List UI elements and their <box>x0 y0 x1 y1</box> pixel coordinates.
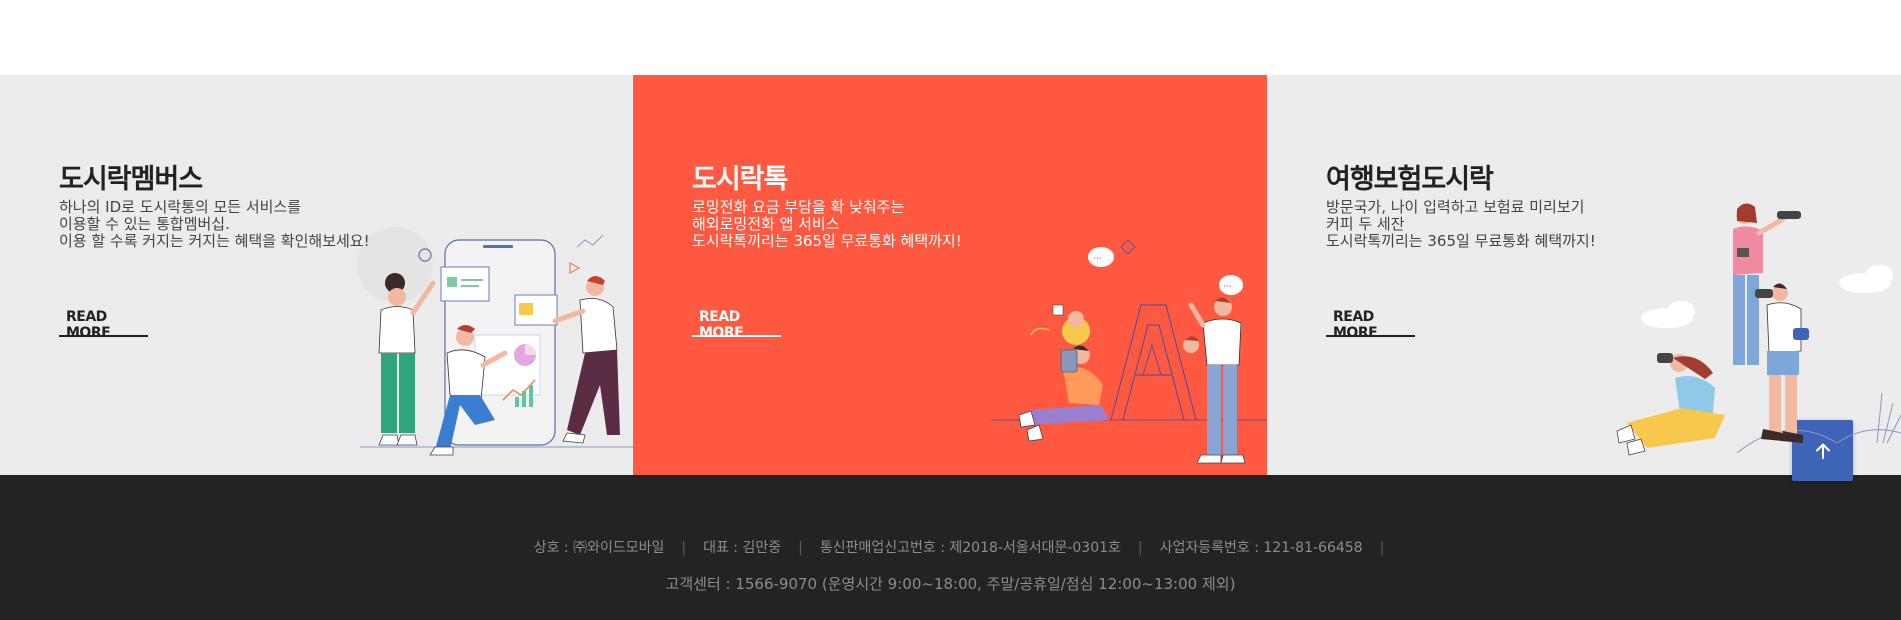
panel-description-line: 도시락톡끼리는 365일 무료통화 혜택까지! <box>1326 232 1596 250</box>
service-panels: 도시락멤버스 하나의 ID로 도시락통의 모든 서비스를 이용할 수 있는 통합… <box>0 75 1901 475</box>
footer-company-info: 상호 : ㈜와이드모바일대표 : 김만중통신판매업신고번호 : 제2018-서울… <box>0 537 1901 557</box>
panel-description-line: 로밍전화 요금 부담을 확 낮춰주는 <box>692 198 905 216</box>
footer-ecommerce-registration: 통신판매업신고번호 : 제2018-서울서대문-0301호 <box>803 537 1143 557</box>
panel-description: 방문국가, 나이 입력하고 보험료 미리보기 커피 두 세잔 도시락톡끼리는 3… <box>1326 199 1746 250</box>
panel-description-line: 해외로밍전화 앱 서비스 <box>692 215 840 233</box>
read-more-link[interactable]: READ MORE <box>1326 301 1415 341</box>
panel-description: 하나의 ID로 도시락통의 모든 서비스를 이용할 수 있는 통합멤버십. 이용… <box>59 199 479 250</box>
svg-text:···: ··· <box>1223 282 1232 292</box>
panel-description-line: 이용 할 수록 커지는 커지는 혜택을 확인해보세요! <box>59 232 370 250</box>
panel-description-line: 도시락톡끼리는 365일 무료통화 혜택까지! <box>692 232 962 250</box>
panel-dosirak-talk: 도시락톡 로밍전화 요금 부담을 확 낮춰주는 해외로밍전화 앱 서비스 도시락… <box>633 75 1267 475</box>
site-footer: 상호 : ㈜와이드모바일대표 : 김만중통신판매업신고번호 : 제2018-서울… <box>0 475 1901 620</box>
footer-company-name: 상호 : ㈜와이드모바일 <box>517 537 686 557</box>
members-illustration <box>357 227 633 456</box>
panel-description: 로밍전화 요금 부담을 확 낮춰주는 해외로밍전화 앱 서비스 도시락톡끼리는 … <box>692 199 1112 250</box>
read-more-link[interactable]: READ MORE <box>692 301 781 341</box>
svg-text:···: ··· <box>1093 254 1102 264</box>
panel-title: 도시락톡 <box>692 164 788 195</box>
panel-description-line: 이용할 수 있는 통합멤버십. <box>59 215 230 233</box>
footer-ceo: 대표 : 김만중 <box>686 537 803 557</box>
footer-business-registration: 사업자등록번호 : 121-81-66458 <box>1143 537 1385 557</box>
panel-dosirak-members: 도시락멤버스 하나의 ID로 도시락통의 모든 서비스를 이용할 수 있는 통합… <box>0 75 633 475</box>
panel-description-line: 하나의 ID로 도시락통의 모든 서비스를 <box>59 198 302 216</box>
panel-title: 여행보험도시락 <box>1326 164 1494 195</box>
footer-customer-center: 고객센터 : 1566-9070 (운영시간 9:00~18:00, 주말/공휴… <box>665 575 1236 593</box>
read-more-link[interactable]: READ MORE <box>59 301 148 341</box>
panel-description-line: 방문국가, 나이 입력하고 보험료 미리보기 <box>1326 198 1585 216</box>
panel-description-line: 커피 두 세잔 <box>1326 215 1405 233</box>
talk-illustration: ··· ··· <box>991 239 1267 464</box>
panel-travel-insurance: 여행보험도시락 방문국가, 나이 입력하고 보험료 미리보기 커피 두 세잔 도… <box>1267 75 1901 475</box>
panel-title: 도시락멤버스 <box>59 164 203 195</box>
